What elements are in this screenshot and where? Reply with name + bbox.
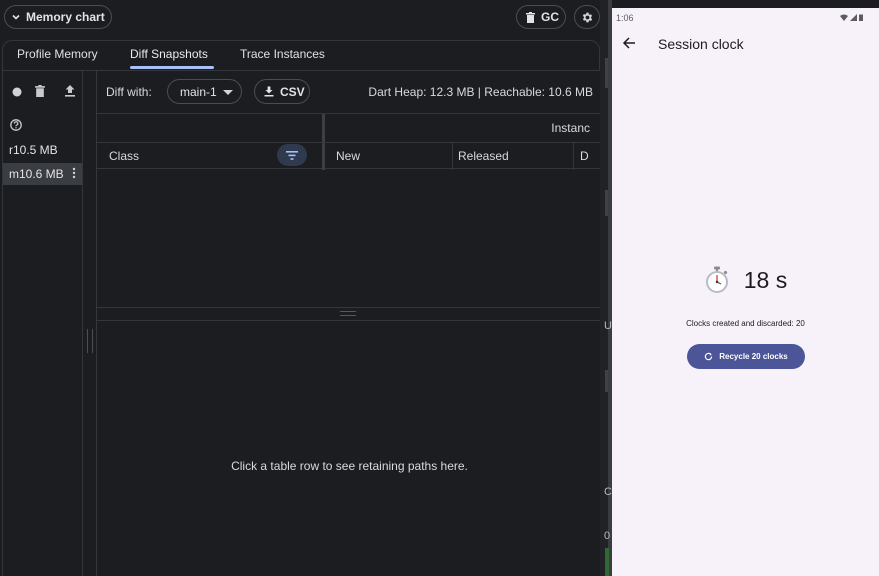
snapshot-label: r10.5 MB <box>9 143 58 157</box>
refresh-icon <box>705 352 713 361</box>
download-icon <box>264 86 274 97</box>
stopwatch-icon <box>705 266 728 293</box>
filter-icon <box>286 150 298 160</box>
tab-bar: Profile Memory Diff Snapshots Trace Inst… <box>2 40 600 70</box>
settings-button[interactable] <box>574 5 600 29</box>
memory-chart-toggle-button[interactable]: Memory chart <box>4 5 112 29</box>
clocks-discarded-text: Clocks created and discarded: 20 <box>686 319 805 328</box>
status-bar: 1:06 <box>612 8 879 26</box>
status-time: 1:06 <box>616 13 634 23</box>
tab-diff-snapshots[interactable]: Diff Snapshots <box>130 47 208 61</box>
diff-with-label: Diff with: <box>106 85 152 99</box>
active-tab-indicator <box>130 66 214 69</box>
recycle-clocks-button[interactable]: Recycle 20 clocks <box>687 344 805 369</box>
class-column-header[interactable]: Class <box>109 149 139 163</box>
trash-icon[interactable] <box>33 84 47 98</box>
gc-button[interactable]: GC <box>516 5 566 29</box>
strip-letter: C <box>604 486 612 498</box>
csv-export-button[interactable]: CSV <box>254 79 310 104</box>
instances-group-header: Instanc <box>551 121 590 135</box>
gear-icon <box>582 12 592 22</box>
snapshot-list: r10.5 MB m10.6 MB <box>3 71 83 576</box>
snapshot-label: m10.6 MB <box>9 167 64 181</box>
snapshot-item[interactable]: r10.5 MB <box>3 139 82 161</box>
diff-with-dropdown[interactable]: main-1 <box>167 79 242 104</box>
diff-area: Diff with: main-1 CSV Dart Heap: 12.3 MB… <box>96 71 602 576</box>
tab-trace-instances[interactable]: Trace Instances <box>240 47 325 61</box>
dropdown-caret-icon <box>223 90 233 95</box>
strip-letter: 0 <box>604 530 611 542</box>
strip-letter: U <box>604 320 612 332</box>
diff-toolbar: Diff with: main-1 CSV Dart Heap: 12.3 MB… <box>97 71 602 113</box>
background-window-strip: U C 0 <box>600 0 612 576</box>
filter-button[interactable] <box>277 144 307 166</box>
snapshot-item-selected[interactable]: m10.6 MB <box>3 163 82 185</box>
gc-label: GC <box>541 10 559 24</box>
record-icon[interactable] <box>11 86 23 98</box>
diff-snapshots-panel: r10.5 MB m10.6 MB Diff with: main-1 CSV <box>2 70 602 576</box>
chevron-down-icon <box>12 14 20 20</box>
csv-label: CSV <box>280 84 305 99</box>
devtools-panel: Memory chart GC Profile Memory Diff Snap… <box>0 0 602 576</box>
memory-chart-label: Memory chart <box>26 10 105 24</box>
clock-display: 18 s <box>612 266 879 294</box>
app-bar: Session clock <box>612 26 879 62</box>
signal-icon <box>850 14 857 21</box>
status-icons <box>840 14 863 21</box>
new-column-header[interactable]: New <box>336 149 360 163</box>
phone-emulator-screen: 1:06 Session clock 18 s Clocks created a… <box>612 8 879 576</box>
delta-column-header[interactable]: D <box>580 149 589 163</box>
clock-value: 18 s <box>743 266 788 293</box>
horizontal-splitter-handle[interactable] <box>97 307 602 321</box>
heap-info: Dart Heap: 12.3 MB | Reachable: 10.6 MB <box>368 85 593 99</box>
diff-table-header: Instanc Class New Released D <box>97 113 602 170</box>
app-title: Session clock <box>658 36 744 52</box>
recycle-label: Recycle 20 clocks <box>719 352 788 361</box>
wifi-icon <box>840 14 848 21</box>
retaining-paths-placeholder: Click a table row to see retaining paths… <box>231 459 468 473</box>
upload-icon[interactable] <box>63 83 77 99</box>
battery-icon <box>859 14 863 21</box>
released-column-header[interactable]: Released <box>458 149 509 163</box>
vertical-splitter-handle[interactable] <box>87 329 93 353</box>
trash-icon <box>526 11 535 23</box>
more-vert-icon[interactable] <box>72 167 76 181</box>
diff-with-value: main-1 <box>180 84 217 99</box>
arrow-back-icon[interactable] <box>622 36 636 50</box>
tab-profile-memory[interactable]: Profile Memory <box>17 47 98 61</box>
help-icon[interactable] <box>9 118 23 132</box>
